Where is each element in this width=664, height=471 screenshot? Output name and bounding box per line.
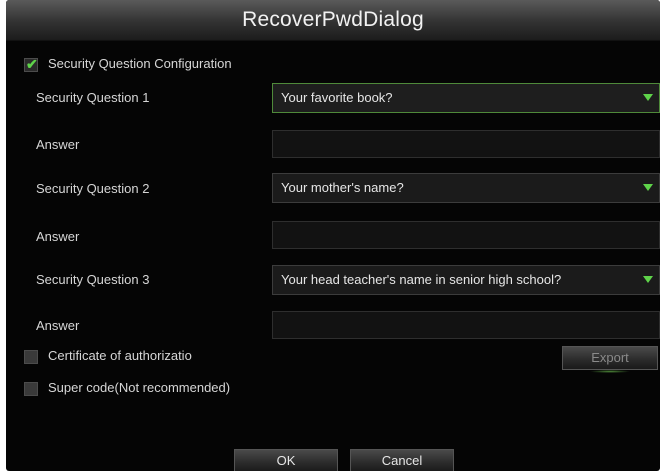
super-code-checkbox[interactable] [24, 382, 38, 396]
ok-button-label: OK [276, 453, 296, 468]
security-question-3-value: Your head teacher's name in senior high … [281, 272, 562, 287]
answer-2-input[interactable] [272, 221, 660, 249]
export-button[interactable]: Export [562, 346, 658, 373]
dialog-title: RecoverPwdDialog [242, 8, 424, 31]
certificate-checkbox[interactable] [24, 350, 38, 364]
dropdown-arrow-icon [643, 276, 653, 283]
answer-1-label: Answer [36, 137, 80, 152]
answer-1-input[interactable] [272, 130, 660, 158]
security-question-2-select[interactable]: Your mother's name? [272, 173, 660, 203]
security-question-2-value: Your mother's name? [281, 180, 404, 195]
checkmark-icon: ✔ [26, 56, 38, 72]
security-question-1-value: Your favorite book? [281, 90, 393, 105]
cancel-button[interactable]: Cancel [350, 449, 454, 471]
recover-password-dialog: RecoverPwdDialog ✔ Security Question Con… [6, 0, 660, 471]
answer-2-label: Answer [36, 229, 80, 244]
certificate-label: Certificate of authorizatio [48, 348, 192, 363]
security-config-checkbox[interactable]: ✔ [24, 56, 38, 72]
security-question-3-label: Security Question 3 [36, 272, 150, 287]
ok-button[interactable]: OK [234, 449, 338, 471]
security-config-label: Security Question Configuration [48, 56, 232, 71]
super-code-label: Super code(Not recommended) [48, 380, 231, 395]
cancel-button-label: Cancel [381, 453, 423, 468]
export-button-label: Export [591, 350, 629, 365]
button-glow [590, 370, 630, 373]
security-question-3-select[interactable]: Your head teacher's name in senior high … [272, 265, 660, 295]
answer-3-label: Answer [36, 318, 80, 333]
security-question-1-select[interactable]: Your favorite book? [272, 83, 660, 113]
dropdown-arrow-icon [643, 94, 653, 101]
dropdown-arrow-icon [643, 184, 653, 191]
security-question-1-label: Security Question 1 [36, 90, 150, 105]
dialog-titlebar: RecoverPwdDialog [6, 0, 660, 41]
security-question-2-label: Security Question 2 [36, 181, 150, 196]
answer-3-input[interactable] [272, 311, 660, 339]
